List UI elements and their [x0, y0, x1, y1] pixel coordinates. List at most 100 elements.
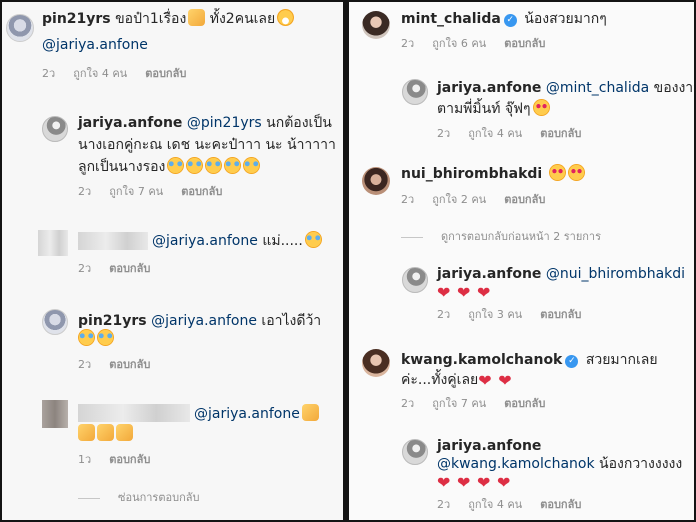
heart-emoji-icon: ❤ [457, 473, 471, 492]
avatar-pin21yrs[interactable] [6, 14, 34, 42]
timestamp: 2ว [78, 358, 92, 371]
comment-line: ลูกเป็นนางรอง [78, 157, 261, 177]
comment-line: jariya.anfone @nui_bhirombhakdi [437, 264, 685, 284]
comment-line: ตามพี่มิ้นท์ จุ๊ฟๆ [437, 99, 550, 119]
raised-hands-emoji-icon [188, 9, 206, 26]
timestamp: 2ว [401, 397, 415, 410]
joy-emoji-icon [243, 157, 261, 174]
mention-link[interactable]: @mint_chalida [546, 80, 649, 96]
timestamp: 2ว [401, 193, 415, 206]
reply-button[interactable]: ตอบกลับ [540, 498, 581, 511]
mention-link[interactable]: @pin21yrs [187, 115, 262, 131]
comment-meta: 2ว ถูกใจ 3 คน ตอบกลับ [437, 308, 599, 322]
timestamp: 2ว [42, 67, 56, 80]
likes-count[interactable]: ถูกใจ 7 คน [109, 185, 163, 198]
joy-emoji-icon [205, 157, 223, 174]
avatar-kwang-kamolchanok[interactable] [362, 349, 390, 377]
comment-meta: 1ว ตอบกลับ [78, 453, 168, 467]
heart-emoji-icon: ❤ [437, 473, 451, 492]
comment-text: นกต้องเป็น [261, 115, 332, 131]
joy-emoji-icon [304, 231, 322, 248]
joy-emoji-icon [78, 329, 95, 346]
likes-count[interactable]: ถูกใจ 7 คน [432, 397, 486, 410]
comment-meta: 2ว ถูกใจ 4 คน ตอบกลับ [437, 498, 599, 512]
view-previous-replies-label[interactable]: ดูการตอบกลับก่อนหน้า 2 รายการ [441, 230, 601, 243]
joy-emoji-icon [186, 157, 204, 174]
avatar-nui-bhirombhakdi[interactable] [362, 167, 390, 195]
username[interactable]: pin21yrs [42, 11, 111, 27]
avatar-mint-chalida[interactable] [362, 11, 390, 39]
comment-line: nui_bhirombhakdi [401, 164, 585, 184]
reply-button[interactable]: ตอบกลับ [540, 127, 581, 140]
hide-replies-label[interactable]: ซ่อนการตอบกลับ [118, 491, 199, 504]
timestamp: 2ว [437, 308, 451, 321]
heart-emoji-icon: ❤ [478, 371, 492, 390]
avatar-jariya-anfone[interactable] [402, 79, 428, 105]
username[interactable]: jariya.anfone [437, 438, 541, 454]
heart-emoji-icon: ❤ [457, 283, 471, 302]
view-previous-replies-link[interactable]: ดูการตอบกลับก่อนหน้า 2 รายการ [401, 230, 601, 244]
reply-button[interactable]: ตอบกลับ [109, 358, 150, 371]
mention-link[interactable]: @jariya.anfone [152, 233, 258, 249]
comment-line: pin21yrs ขอป๋า1เรื่อง ทั้ง2คนเลย [42, 9, 295, 29]
likes-count[interactable]: ถูกใจ 4 คน [468, 127, 522, 140]
username[interactable]: pin21yrs [78, 313, 147, 329]
reply-button[interactable]: ตอบกลับ [540, 308, 581, 321]
blurred-avatar [38, 230, 68, 256]
username[interactable]: jariya.anfone [437, 266, 541, 282]
reply-button[interactable]: ตอบกลับ [109, 453, 150, 466]
username[interactable]: jariya.anfone [78, 115, 182, 131]
verified-badge-icon: ✓ [565, 355, 579, 368]
timestamp: 2ว [437, 498, 451, 511]
likes-count[interactable]: ถูกใจ 2 คน [432, 193, 486, 206]
username[interactable]: nui_bhirombhakdi [401, 166, 542, 182]
reply-button[interactable]: ตอบกลับ [504, 397, 545, 410]
heart-eyes-emoji-icon [532, 99, 550, 116]
hide-replies-link[interactable]: ซ่อนการตอบกลับ [78, 491, 199, 505]
likes-count[interactable]: ถูกใจ 4 คน [73, 67, 127, 80]
emoji-line [78, 424, 133, 444]
timestamp: 2ว [78, 262, 92, 275]
comment-meta: 2ว ตอบกลับ [78, 262, 168, 276]
reply-button[interactable]: ตอบกลับ [504, 37, 545, 50]
reply-button[interactable]: ตอบกลับ [181, 185, 222, 198]
timestamp: 1ว [78, 453, 92, 466]
reply-button[interactable]: ตอบกลับ [504, 193, 545, 206]
heart-eyes-emoji-icon [567, 164, 585, 181]
reply-button[interactable]: ตอบกลับ [109, 262, 150, 275]
mention-link[interactable]: @jariya.anfone [42, 35, 148, 55]
comment-text: ลูกเป็นนางรอง [78, 159, 166, 175]
mention-link[interactable]: @nui_bhirombhakdi [546, 266, 685, 282]
likes-count[interactable]: ถูกใจ 6 คน [432, 37, 486, 50]
comment-text: สวยมากเลย [581, 352, 658, 368]
username[interactable]: mint_chalida [401, 11, 501, 27]
comment-text: ทั้ง2คนเลย [205, 11, 276, 27]
likes-count[interactable]: ถูกใจ 3 คน [468, 308, 522, 321]
comment-meta: 2ว ถูกใจ 2 คน ตอบกลับ [401, 193, 563, 207]
mention-link[interactable]: @jariya.anfone [151, 313, 257, 329]
reply-button[interactable]: ตอบกลับ [145, 67, 186, 80]
comment-text: เอาไงดีว้า [256, 313, 322, 329]
avatar-jariya-anfone[interactable] [402, 267, 428, 293]
divider [78, 497, 100, 499]
comment-text: ค่ะ...ทั้งคู่เลย [401, 372, 479, 388]
mention-link[interactable]: @jariya.anfone [194, 406, 300, 422]
verified-badge-icon: ✓ [503, 14, 517, 27]
avatar-pin21yrs[interactable] [42, 309, 68, 335]
comment-line: kwang.kamolchanok ✓ สวยมากเลย [401, 350, 658, 370]
emoji-line [78, 329, 114, 349]
avatar-jariya-anfone[interactable] [402, 439, 428, 465]
heart-emoji-icon: ❤ [477, 473, 491, 492]
timestamp: 2ว [78, 185, 92, 198]
comment-text: ของงาม [653, 80, 694, 96]
username[interactable]: jariya.anfone [437, 80, 541, 96]
comment-text: น้องกวางงงงง [594, 456, 683, 472]
blurred-username [78, 404, 190, 422]
mention-link[interactable]: @kwang.kamolchanok [437, 456, 595, 472]
emoji-line: ❤ ❤ ❤ [437, 282, 497, 302]
blurred-avatar [42, 400, 68, 428]
divider [401, 236, 423, 238]
likes-count[interactable]: ถูกใจ 4 คน [468, 498, 522, 511]
username[interactable]: kwang.kamolchanok [401, 352, 562, 368]
avatar-jariya-anfone[interactable] [42, 116, 68, 142]
